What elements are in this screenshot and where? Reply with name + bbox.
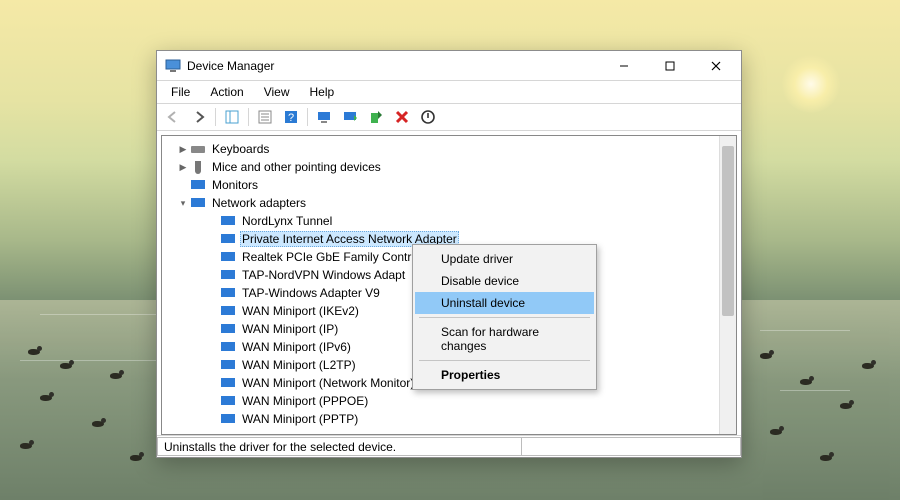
tree-label: WAN Miniport (Network Monitor) bbox=[240, 376, 416, 390]
enable-device-button[interactable] bbox=[364, 106, 388, 128]
ctx-uninstall-device[interactable]: Uninstall device bbox=[415, 292, 594, 314]
duck bbox=[840, 400, 854, 409]
duck bbox=[60, 360, 74, 369]
menu-bar: File Action View Help bbox=[157, 81, 741, 103]
tree-label: WAN Miniport (PPTP) bbox=[240, 412, 360, 426]
duck bbox=[760, 350, 774, 359]
tree-label: NordLynx Tunnel bbox=[240, 214, 334, 228]
duck bbox=[820, 452, 834, 461]
window-title: Device Manager bbox=[187, 59, 274, 73]
duck bbox=[110, 370, 124, 379]
vertical-scrollbar[interactable] bbox=[719, 136, 736, 434]
duck bbox=[770, 426, 784, 435]
chevron-right-icon: ▶ bbox=[176, 144, 190, 155]
minimize-button[interactable] bbox=[601, 51, 647, 81]
tree-label: WAN Miniport (L2TP) bbox=[240, 358, 358, 372]
tree-label: Realtek PCIe GbE Family Contr bbox=[240, 250, 413, 264]
network-adapter-icon bbox=[220, 231, 236, 247]
tree-label: TAP-Windows Adapter V9 bbox=[240, 286, 382, 300]
ctx-properties[interactable]: Properties bbox=[415, 364, 594, 386]
tree-label: WAN Miniport (PPPOE) bbox=[240, 394, 370, 408]
network-adapter-icon bbox=[220, 375, 236, 391]
tree-label: Network adapters bbox=[210, 196, 308, 210]
keyboard-icon bbox=[190, 141, 206, 157]
disable-device-button[interactable] bbox=[416, 106, 440, 128]
titlebar[interactable]: Device Manager bbox=[157, 51, 741, 81]
maximize-button[interactable] bbox=[647, 51, 693, 81]
network-adapter-icon bbox=[190, 195, 206, 211]
network-adapter-icon bbox=[220, 339, 236, 355]
ctx-separator bbox=[419, 317, 590, 318]
duck bbox=[800, 376, 814, 385]
network-adapter-icon bbox=[220, 411, 236, 427]
tree-label: TAP-NordVPN Windows Adapt bbox=[240, 268, 407, 282]
duck bbox=[130, 452, 144, 461]
tree-label: Mice and other pointing devices bbox=[210, 160, 383, 174]
duck bbox=[20, 440, 34, 449]
network-adapter-icon bbox=[220, 213, 236, 229]
status-text: Uninstalls the driver for the selected d… bbox=[157, 437, 521, 456]
chevron-down-icon: ▾ bbox=[176, 198, 190, 209]
back-button[interactable] bbox=[161, 106, 185, 128]
menu-action[interactable]: Action bbox=[202, 83, 251, 101]
tree-item-network-adapters[interactable]: ▾ Network adapters bbox=[162, 194, 736, 212]
tree-label: WAN Miniport (IPv6) bbox=[240, 340, 353, 354]
mouse-icon bbox=[190, 159, 206, 175]
network-adapter-icon bbox=[220, 321, 236, 337]
status-empty bbox=[521, 437, 741, 456]
app-icon bbox=[165, 58, 181, 74]
duck bbox=[28, 346, 42, 355]
ctx-disable-device[interactable]: Disable device bbox=[415, 270, 594, 292]
tree-item-monitors[interactable]: Monitors bbox=[162, 176, 736, 194]
duck bbox=[92, 418, 106, 427]
tree-label: Monitors bbox=[210, 178, 260, 192]
menu-view[interactable]: View bbox=[256, 83, 298, 101]
properties-button[interactable] bbox=[253, 106, 277, 128]
uninstall-device-button[interactable] bbox=[390, 106, 414, 128]
ctx-update-driver[interactable]: Update driver bbox=[415, 248, 594, 270]
tree-item-adapter[interactable]: NordLynx Tunnel bbox=[162, 212, 736, 230]
scrollbar-thumb[interactable] bbox=[722, 146, 734, 316]
menu-help[interactable]: Help bbox=[302, 83, 343, 101]
toolbar: ? bbox=[157, 103, 741, 131]
duck bbox=[862, 360, 876, 369]
tree-label: Keyboards bbox=[210, 142, 271, 156]
update-driver-button[interactable] bbox=[338, 106, 362, 128]
show-hide-tree-button[interactable] bbox=[220, 106, 244, 128]
network-adapter-icon bbox=[220, 303, 236, 319]
monitor-icon bbox=[190, 177, 206, 193]
tree-label: WAN Miniport (IKEv2) bbox=[240, 304, 361, 318]
forward-button[interactable] bbox=[187, 106, 211, 128]
network-adapter-icon bbox=[220, 357, 236, 373]
tree-item-keyboards[interactable]: ▶ Keyboards bbox=[162, 140, 736, 158]
chevron-right-icon: ▶ bbox=[176, 162, 190, 173]
tree-label: WAN Miniport (IP) bbox=[240, 322, 340, 336]
duck bbox=[40, 392, 54, 401]
context-menu: Update driver Disable device Uninstall d… bbox=[412, 244, 597, 390]
help-button[interactable]: ? bbox=[279, 106, 303, 128]
network-adapter-icon bbox=[220, 393, 236, 409]
sun-glow bbox=[782, 55, 840, 113]
menu-file[interactable]: File bbox=[163, 83, 198, 101]
network-adapter-icon bbox=[220, 249, 236, 265]
close-button[interactable] bbox=[693, 51, 739, 81]
chevron-blank bbox=[176, 180, 190, 190]
network-adapter-icon bbox=[220, 285, 236, 301]
status-bar: Uninstalls the driver for the selected d… bbox=[157, 435, 741, 457]
scan-hardware-button[interactable] bbox=[312, 106, 336, 128]
network-adapter-icon bbox=[220, 267, 236, 283]
ctx-separator bbox=[419, 360, 590, 361]
tree-item-mice[interactable]: ▶ Mice and other pointing devices bbox=[162, 158, 736, 176]
ctx-scan-hardware[interactable]: Scan for hardware changes bbox=[415, 321, 594, 357]
svg-text:?: ? bbox=[288, 112, 294, 124]
tree-item-adapter[interactable]: WAN Miniport (PPPOE) bbox=[162, 392, 736, 410]
tree-item-adapter[interactable]: WAN Miniport (PPTP) bbox=[162, 410, 736, 428]
